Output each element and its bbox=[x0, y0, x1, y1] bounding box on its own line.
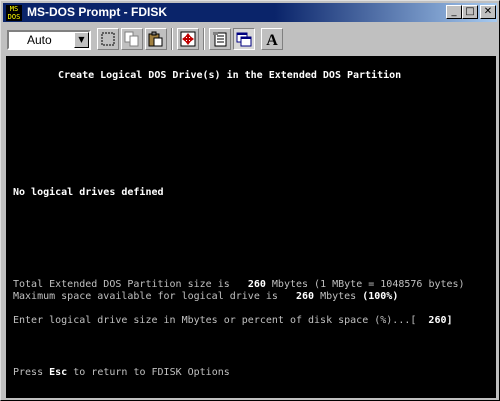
toolbar: Auto ▼ A bbox=[3, 24, 497, 54]
esc-hint-suffix: to return to FDISK Options bbox=[73, 367, 230, 378]
background-icon bbox=[236, 32, 252, 47]
msdos-window: MS DOS MS-DOS Prompt - FDISK _ □ ✕ Auto ▼ bbox=[0, 0, 500, 401]
console-screen[interactable]: Create Logical DOS Drive(s) in the Exten… bbox=[6, 56, 496, 398]
svg-text:A: A bbox=[266, 32, 278, 47]
total-size-value: 260 bbox=[247, 279, 266, 290]
mark-icon bbox=[101, 32, 115, 46]
esc-hint-line: Press Esc to return to FDISK Options bbox=[13, 367, 230, 379]
toolbar-separator bbox=[203, 28, 205, 50]
esc-hint-prefix: Press bbox=[13, 367, 44, 378]
mark-button[interactable] bbox=[97, 28, 119, 50]
minimize-button[interactable]: _ bbox=[446, 5, 462, 19]
font-size-value: Auto bbox=[27, 33, 52, 47]
background-button[interactable] bbox=[233, 28, 255, 50]
total-size-suffix: Mbytes (1 MByte = 1048576 bytes) bbox=[271, 279, 465, 290]
total-size-line: Total Extended DOS Partition size is 260… bbox=[13, 279, 465, 291]
paste-icon bbox=[148, 31, 163, 47]
total-size-label: Total Extended DOS Partition size is bbox=[13, 279, 230, 290]
drive-size-prompt-label: Enter logical drive size in Mbytes or pe… bbox=[13, 315, 417, 326]
msdos-icon[interactable]: MS DOS bbox=[6, 5, 22, 21]
max-space-percent: (100%) bbox=[362, 291, 399, 302]
copy-icon bbox=[124, 31, 139, 47]
toolbar-separator bbox=[171, 28, 173, 50]
max-space-label: Maximum space available for logical driv… bbox=[13, 291, 278, 302]
maximize-button[interactable]: □ bbox=[462, 5, 478, 19]
esc-key: Esc bbox=[49, 367, 68, 378]
font-size-select[interactable]: Auto ▼ bbox=[7, 30, 91, 50]
screen-heading: Create Logical DOS Drive(s) in the Exten… bbox=[58, 70, 402, 81]
max-space-suffix: Mbytes bbox=[320, 291, 357, 302]
chevron-down-icon[interactable]: ▼ bbox=[74, 32, 89, 48]
font-icon: A bbox=[266, 32, 278, 47]
fullscreen-icon bbox=[180, 31, 196, 47]
drive-size-input[interactable]: 260] bbox=[428, 315, 452, 326]
max-space-line: Maximum space available for logical driv… bbox=[13, 291, 398, 303]
drive-size-prompt[interactable]: Enter logical drive size in Mbytes or pe… bbox=[13, 315, 453, 327]
copy-button[interactable] bbox=[121, 28, 143, 50]
max-space-value: 260 bbox=[295, 291, 315, 302]
properties-icon bbox=[213, 32, 227, 47]
title-bar[interactable]: MS DOS MS-DOS Prompt - FDISK _ □ ✕ bbox=[3, 3, 497, 22]
properties-button[interactable] bbox=[209, 28, 231, 50]
paste-button[interactable] bbox=[145, 28, 167, 50]
window-title: MS-DOS Prompt - FDISK bbox=[27, 5, 167, 19]
no-drives-message: No logical drives defined bbox=[13, 187, 164, 198]
font-button[interactable]: A bbox=[261, 28, 283, 50]
close-button[interactable]: ✕ bbox=[480, 5, 496, 19]
fullscreen-button[interactable] bbox=[177, 28, 199, 50]
